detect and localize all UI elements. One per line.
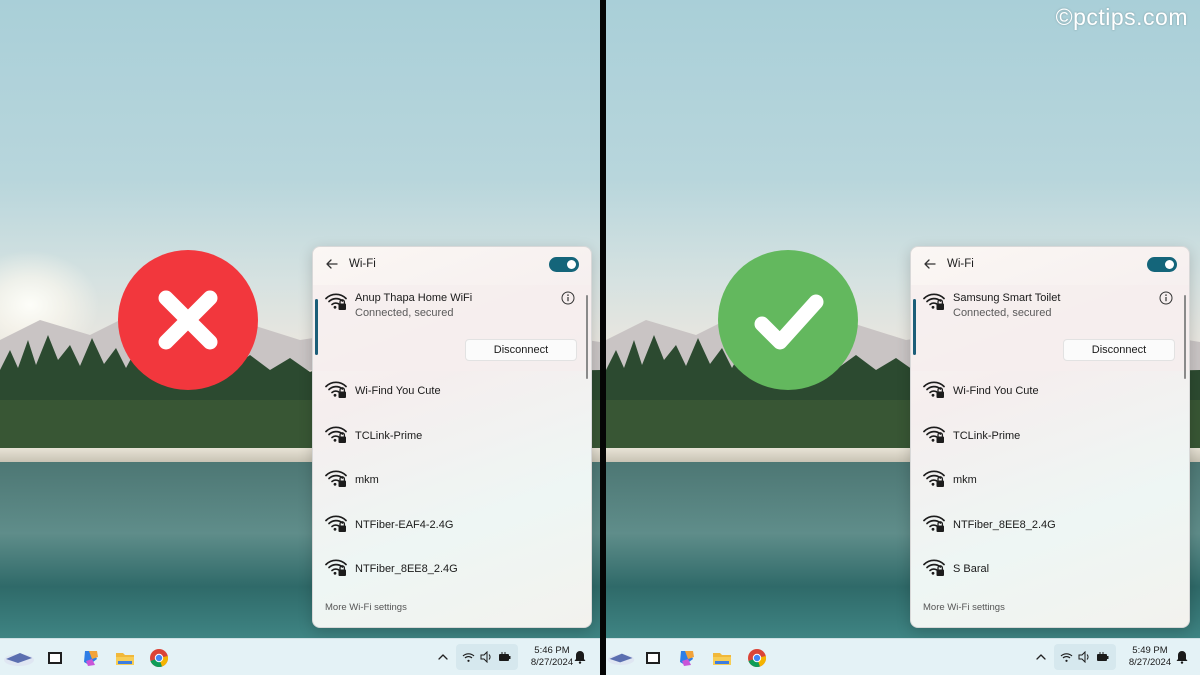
- wifi-icon: [462, 653, 475, 662]
- network-item[interactable]: NTFiber_8EE8_2.4G: [313, 551, 591, 596]
- back-arrow-icon[interactable]: [923, 257, 937, 271]
- left-screenshot: Wi-Fi Anup Thapa Home WiFi Connected, se…: [0, 0, 600, 675]
- wifi-secured-icon: [325, 557, 347, 577]
- file-explorer-icon[interactable]: [114, 647, 136, 669]
- network-item[interactable]: S Baral: [911, 551, 1189, 596]
- wifi-title: Wi-Fi: [349, 258, 376, 270]
- battery-plug-icon: [499, 652, 511, 661]
- disconnect-button[interactable]: Disconnect: [1063, 339, 1175, 361]
- scrollbar[interactable]: [1184, 295, 1186, 379]
- taskbar: 5:46 PM 8/27/2024: [0, 638, 600, 675]
- wifi-flyout: Wi-Fi Samsung Smart Toilet Connected, se…: [910, 246, 1190, 628]
- system-tray[interactable]: [1054, 644, 1116, 670]
- task-view-icon[interactable]: [642, 647, 664, 669]
- clock-time: 5:46 PM: [534, 645, 570, 656]
- selection-accent: [913, 299, 916, 355]
- wifi-secured-icon: [923, 424, 945, 444]
- connected-network[interactable]: Anup Thapa Home WiFi Connected, secured …: [313, 285, 591, 371]
- toggle-knob: [1165, 260, 1174, 269]
- wifi-secured-icon: [325, 379, 347, 399]
- network-name: TCLink-Prime: [953, 429, 1021, 442]
- wifi-flyout-header: Wi-Fi: [313, 247, 591, 283]
- network-item[interactable]: Wi-Find You Cute: [911, 373, 1189, 418]
- chrome-icon[interactable]: [746, 647, 768, 669]
- clock[interactable]: 5:46 PM 8/27/2024: [524, 645, 580, 669]
- wifi-secured-icon: [325, 513, 347, 533]
- network-name: Wi-Find You Cute: [355, 385, 441, 397]
- battery-plug-icon: [1097, 652, 1109, 661]
- wifi-secured-icon: [325, 424, 347, 444]
- wifi-secured-icon: [325, 291, 347, 311]
- network-item[interactable]: mkm: [313, 462, 591, 507]
- network-name: mkm: [953, 474, 977, 486]
- wifi-flyout: Wi-Fi Anup Thapa Home WiFi Connected, se…: [312, 246, 592, 628]
- notification-bell-icon[interactable]: [1176, 650, 1188, 664]
- watermark: ©pctips.com: [1055, 4, 1188, 30]
- network-name: NTFiber-EAF4-2.4G: [355, 518, 454, 531]
- network-name: S Baral: [953, 563, 990, 575]
- clock-date: 8/27/2024: [530, 657, 574, 668]
- wifi-title: Wi-Fi: [947, 258, 974, 270]
- wifi-secured-icon: [923, 557, 945, 577]
- connected-network-status: Connected, secured: [953, 307, 1052, 319]
- wifi-secured-icon: [923, 468, 945, 488]
- wifi-secured-icon: [923, 291, 945, 311]
- scrollbar[interactable]: [586, 295, 588, 379]
- back-arrow-icon[interactable]: [325, 257, 339, 271]
- network-item[interactable]: NTFiber-EAF4-2.4G: [313, 507, 591, 552]
- connected-network-name: Anup Thapa Home WiFi: [355, 292, 473, 304]
- disconnect-button[interactable]: Disconnect: [465, 339, 577, 361]
- wifi-secured-icon: [923, 513, 945, 533]
- network-name: NTFiber_8EE8_2.4G: [953, 518, 1056, 531]
- volume-icon: [480, 651, 491, 663]
- wifi-secured-icon: [325, 468, 347, 488]
- connected-network-name: Samsung Smart Toilet: [953, 292, 1061, 304]
- volume-icon: [1078, 651, 1089, 663]
- widgets-weather-icon[interactable]: [606, 647, 636, 669]
- info-icon[interactable]: [561, 291, 575, 305]
- more-wifi-settings-link[interactable]: More Wi-Fi settings: [923, 602, 1005, 613]
- widgets-weather-icon[interactable]: [2, 647, 36, 669]
- wifi-secured-icon: [923, 379, 945, 399]
- info-icon[interactable]: [1159, 291, 1173, 305]
- chrome-icon[interactable]: [148, 647, 170, 669]
- wifi-toggle[interactable]: [1147, 257, 1177, 272]
- network-item[interactable]: NTFiber_8EE8_2.4G: [911, 507, 1189, 552]
- taskbar: 5:49 PM 8/27/2024: [606, 638, 1200, 675]
- network-list: Wi-Find You Cute TCLink-Prime mkm NTFibe…: [911, 373, 1189, 596]
- network-item[interactable]: TCLink-Prime: [313, 418, 591, 463]
- task-view-icon[interactable]: [44, 647, 66, 669]
- chevron-up-icon[interactable]: [1035, 651, 1047, 663]
- wifi-flyout-header: Wi-Fi: [911, 247, 1189, 283]
- wifi-toggle[interactable]: [549, 257, 579, 272]
- connected-network-status: Connected, secured: [355, 307, 454, 319]
- network-name: Wi-Find You Cute: [953, 385, 1039, 397]
- clock[interactable]: 5:49 PM 8/27/2024: [1122, 645, 1178, 669]
- check-icon: [718, 250, 858, 390]
- selection-accent: [315, 299, 318, 355]
- right-screenshot: Wi-Fi Samsung Smart Toilet Connected, se…: [606, 0, 1200, 675]
- network-name: NTFiber_8EE8_2.4G: [355, 563, 458, 575]
- x-icon: [118, 250, 258, 390]
- network-name: mkm: [355, 474, 379, 486]
- more-wifi-settings-link[interactable]: More Wi-Fi settings: [325, 602, 407, 613]
- network-item[interactable]: TCLink-Prime: [911, 418, 1189, 463]
- network-item[interactable]: mkm: [911, 462, 1189, 507]
- clock-date: 8/27/2024: [1128, 657, 1172, 668]
- clock-time: 5:49 PM: [1132, 645, 1168, 656]
- toggle-knob: [567, 260, 576, 269]
- copilot-icon[interactable]: [676, 647, 698, 669]
- connected-network[interactable]: Samsung Smart Toilet Connected, secured …: [911, 285, 1189, 371]
- system-tray[interactable]: [456, 644, 518, 670]
- network-list: Wi-Find You Cute TCLink-Prime mkm NTFibe…: [313, 373, 591, 596]
- wifi-icon: [1060, 653, 1073, 662]
- network-item[interactable]: Wi-Find You Cute: [313, 373, 591, 418]
- chevron-up-icon[interactable]: [437, 651, 449, 663]
- notification-bell-icon[interactable]: [574, 650, 586, 664]
- network-name: TCLink-Prime: [355, 429, 423, 442]
- file-explorer-icon[interactable]: [711, 647, 733, 669]
- copilot-icon[interactable]: [80, 647, 102, 669]
